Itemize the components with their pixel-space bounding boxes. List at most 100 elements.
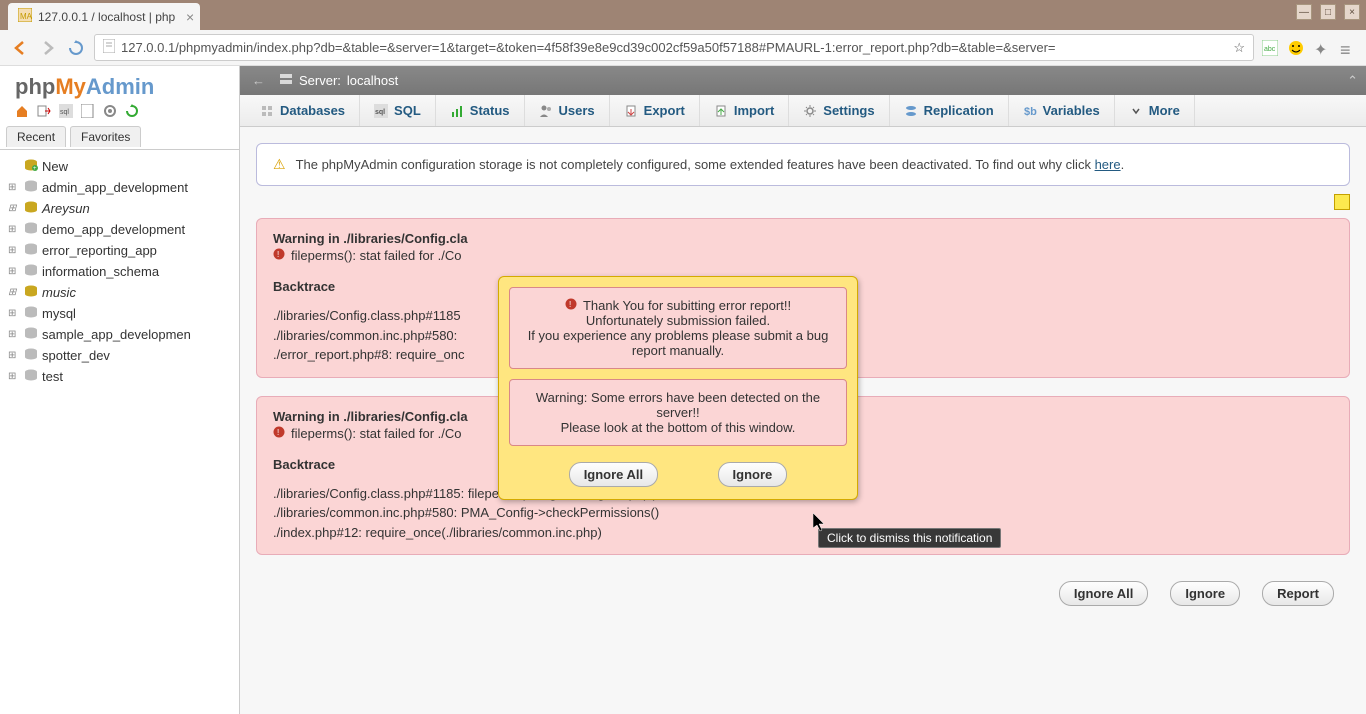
sidebar-toolbar: sql [0,102,239,124]
ignore-all-button[interactable]: Ignore All [1059,581,1148,606]
url-bar[interactable]: ☆ [94,34,1254,61]
svg-text:MA: MA [20,12,32,21]
back-button[interactable] [10,38,30,58]
error-icon: ! [273,248,285,263]
modal-ignore-button[interactable]: Ignore [718,462,788,487]
maximize-button[interactable]: □ [1320,4,1336,20]
svg-text:sql: sql [375,109,385,116]
db-icon [24,285,38,300]
ext-smiley-icon[interactable] [1288,40,1304,56]
minimize-button[interactable]: — [1296,4,1312,20]
expand-icon[interactable]: ⊞ [8,182,20,193]
tree-item-db[interactable]: ⊞ information_schema [4,261,235,282]
favicon-icon: MA [18,8,32,25]
nav-tab-sql[interactable]: sqlSQL [360,95,436,126]
expand-icon[interactable]: ⊞ [8,350,20,361]
expand-icon[interactable]: ⊞ [8,308,20,319]
logo[interactable]: phpMyAdmin [0,66,239,102]
reload-button[interactable] [66,38,86,58]
expand-icon[interactable]: ⊞ [8,266,20,277]
close-tab-icon[interactable]: × [186,9,194,25]
expand-icon[interactable]: ⊞ [8,245,20,256]
svg-text:abc: abc [1264,46,1276,53]
tree-new[interactable]: + New [20,156,235,177]
tree-item-db[interactable]: ⊞ test [4,366,235,387]
tab-recent[interactable]: Recent [6,126,66,147]
note-icon[interactable] [1334,194,1350,210]
db-icon [24,180,38,195]
collapse-icon[interactable]: ⌃ [1347,73,1358,89]
tab-favorites[interactable]: Favorites [70,126,141,147]
refresh-icon[interactable] [125,104,139,118]
tree-item-db[interactable]: ⊞ spotter_dev [4,345,235,366]
notice-text: The phpMyAdmin configuration storage is … [296,157,1125,172]
svg-text:$b: $b [1024,106,1037,118]
db-name: spotter_dev [42,348,110,363]
tree-item-db[interactable]: ⊞ sample_app_developmen [4,324,235,345]
db-name: error_reporting_app [42,243,157,258]
tree-item-db[interactable]: ⊞ error_reporting_app [4,240,235,261]
nav-tab-export[interactable]: Export [610,95,700,126]
close-window-button[interactable]: × [1344,4,1360,20]
nav-tab-replication[interactable]: Replication [890,95,1009,126]
db-name: information_schema [42,264,159,279]
menu-icon[interactable]: ≡ [1340,40,1356,56]
trace-line: ./index.php#12: require_once(./libraries… [273,523,1333,543]
modal-text: Please look at the bottom of this window… [522,420,834,435]
tree-item-db[interactable]: ⊞ mysql [4,303,235,324]
tree-item-db[interactable]: ⊞ music [4,282,235,303]
nav-tab-import[interactable]: Import [700,95,789,126]
bottom-buttons: Ignore All Ignore Report [256,573,1350,614]
ext-puzzle-icon[interactable]: ✦ [1314,40,1330,56]
modal-text: Warning: Some errors have been detected … [522,390,834,420]
db-icon [24,327,38,342]
nav-tab-label: Users [559,103,595,118]
svg-text:sql: sql [60,109,69,116]
logout-icon[interactable] [37,104,51,118]
nav-tab-variables[interactable]: $bVariables [1009,95,1115,126]
expand-icon[interactable]: ⊞ [8,287,20,298]
error-icon: ! [273,426,285,441]
db-tree: + New ⊞ admin_app_development ⊞ Areysun … [0,150,239,393]
modal-text: Thank You for subitting error report!! [583,298,791,313]
star-icon[interactable]: ☆ [1233,40,1245,56]
home-icon[interactable] [15,104,29,118]
breadcrumb-arrow-icon[interactable]: ← [252,73,265,88]
tree-item-db[interactable]: ⊞ demo_app_development [4,219,235,240]
svg-text:!: ! [277,250,279,259]
db-icon [24,264,38,279]
breadcrumb-server-value: localhost [347,73,398,88]
tree-item-db[interactable]: ⊞ admin_app_development [4,177,235,198]
forward-button[interactable] [38,38,58,58]
nav-tab-label: More [1149,103,1180,118]
browser-tab[interactable]: MA 127.0.0.1 / localhost | php × [8,3,200,30]
modal-ignore-all-button[interactable]: Ignore All [569,462,658,487]
nav-tab-users[interactable]: Users [525,95,610,126]
browser-toolbar: ☆ abc ✦ ≡ [0,30,1366,66]
expand-icon[interactable]: ⊞ [8,371,20,382]
nav-tab-databases[interactable]: Databases [246,95,360,126]
expand-icon[interactable]: ⊞ [8,329,20,340]
db-name: admin_app_development [42,180,188,195]
nav-tab-settings[interactable]: Settings [789,95,889,126]
tab-title: 127.0.0.1 / localhost | php [38,10,175,24]
gear-icon[interactable] [103,104,117,118]
nav-tab-status[interactable]: Status [436,95,525,126]
expand-icon[interactable]: ⊞ [8,224,20,235]
db-name: music [42,285,76,300]
notice-link[interactable]: here [1095,157,1121,172]
url-input[interactable] [121,40,1227,55]
db-name: test [42,369,63,384]
docs-icon[interactable] [81,104,95,118]
more-icon [1129,104,1143,118]
server-icon [279,72,293,89]
nav-tab-more[interactable]: More [1115,95,1195,126]
ignore-button[interactable]: Ignore [1170,581,1240,606]
tree-item-db[interactable]: ⊞ Areysun [4,198,235,219]
ext-abc-icon[interactable]: abc [1262,40,1278,56]
import-icon [714,104,728,118]
sql-icon[interactable]: sql [59,104,73,118]
expand-icon[interactable]: ⊞ [8,203,20,214]
svg-text:+: + [33,166,37,171]
report-button[interactable]: Report [1262,581,1334,606]
